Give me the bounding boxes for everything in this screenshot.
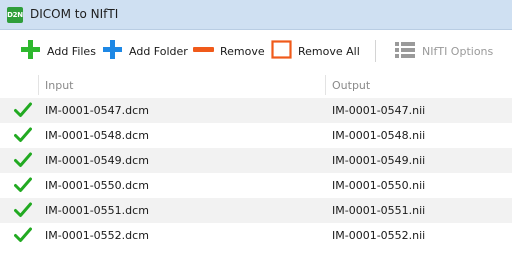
input-filename: IM-0001-0552.dcm bbox=[45, 229, 149, 242]
check-icon bbox=[14, 227, 32, 243]
app-icon: D2N bbox=[7, 7, 23, 23]
input-filename: IM-0001-0547.dcm bbox=[45, 104, 149, 117]
square-outline-icon bbox=[271, 39, 292, 63]
input-filename: IM-0001-0548.dcm bbox=[45, 129, 149, 142]
toolbar-separator bbox=[375, 40, 376, 62]
app-window: D2N DICOM to NIfTI Add Files Add Folder bbox=[0, 0, 512, 256]
remove-all-button[interactable]: Remove All bbox=[271, 30, 360, 72]
toolbar: Add Files Add Folder Remove Remove All N… bbox=[0, 30, 512, 72]
list-settings-icon bbox=[394, 41, 416, 62]
output-filename: IM-0001-0550.nii bbox=[332, 179, 426, 192]
column-header-output[interactable]: Output bbox=[332, 79, 370, 92]
input-filename: IM-0001-0550.dcm bbox=[45, 179, 149, 192]
output-filename: IM-0001-0548.nii bbox=[332, 129, 426, 142]
add-files-label: Add Files bbox=[47, 44, 96, 58]
list-item[interactable]: IM-0001-0551.dcm IM-0001-0551.nii bbox=[0, 198, 512, 223]
check-icon bbox=[14, 127, 32, 143]
remove-label: Remove bbox=[220, 44, 265, 58]
input-filename: IM-0001-0549.dcm bbox=[45, 154, 149, 167]
title-bar[interactable]: D2N DICOM to NIfTI bbox=[0, 0, 512, 30]
add-folder-label: Add Folder bbox=[129, 44, 188, 58]
add-files-button[interactable]: Add Files bbox=[20, 30, 96, 72]
check-icon bbox=[14, 202, 32, 218]
check-icon bbox=[14, 177, 32, 193]
column-header-input[interactable]: Input bbox=[45, 79, 73, 92]
nifti-options-label: NIfTI Options bbox=[422, 44, 494, 58]
output-filename: IM-0001-0551.nii bbox=[332, 204, 426, 217]
check-icon bbox=[14, 152, 32, 168]
column-divider[interactable] bbox=[38, 75, 39, 95]
check-icon bbox=[14, 102, 32, 118]
list-rows: IM-0001-0547.dcm IM-0001-0547.nii IM-0001-… bbox=[0, 98, 512, 248]
list-item[interactable]: IM-0001-0548.dcm IM-0001-0548.nii bbox=[0, 123, 512, 148]
output-filename: IM-0001-0552.nii bbox=[332, 229, 426, 242]
plus-icon bbox=[20, 39, 41, 63]
output-filename: IM-0001-0549.nii bbox=[332, 154, 426, 167]
minus-icon bbox=[192, 39, 215, 63]
list-item[interactable]: IM-0001-0547.dcm IM-0001-0547.nii bbox=[0, 98, 512, 123]
file-list[interactable]: Input Output IM-0001-0547.dcm IM-0001-054… bbox=[0, 72, 512, 256]
add-folder-button[interactable]: Add Folder bbox=[102, 30, 188, 72]
list-item[interactable]: IM-0001-0552.dcm IM-0001-0552.nii bbox=[0, 223, 512, 248]
input-filename: IM-0001-0551.dcm bbox=[45, 204, 149, 217]
list-item[interactable]: IM-0001-0549.dcm IM-0001-0549.nii bbox=[0, 148, 512, 173]
output-filename: IM-0001-0547.nii bbox=[332, 104, 426, 117]
remove-button[interactable]: Remove bbox=[192, 30, 265, 72]
remove-all-label: Remove All bbox=[298, 44, 360, 58]
window-title: DICOM to NIfTI bbox=[30, 7, 119, 21]
column-divider[interactable] bbox=[325, 75, 326, 95]
list-header: Input Output bbox=[0, 72, 512, 98]
list-item[interactable]: IM-0001-0550.dcm IM-0001-0550.nii bbox=[0, 173, 512, 198]
nifti-options-button[interactable]: NIfTI Options bbox=[394, 30, 493, 72]
plus-icon bbox=[102, 39, 123, 63]
